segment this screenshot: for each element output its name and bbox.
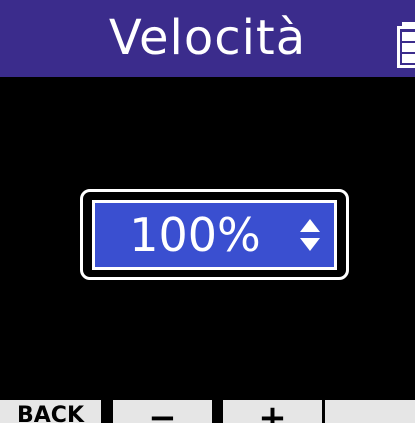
plus-icon: + (258, 400, 287, 423)
page-title: Velocità (108, 10, 307, 66)
minus-icon: − (148, 400, 177, 423)
decrease-button[interactable]: − (113, 400, 212, 423)
empty-softkey[interactable] (325, 400, 415, 423)
device-screen: Velocità 100% BACK − + (0, 0, 415, 423)
speed-value-field[interactable]: 100% (92, 200, 337, 270)
title-bar: Velocità (0, 0, 415, 77)
increase-button[interactable]: + (223, 400, 322, 423)
speed-value: 100% (129, 208, 261, 262)
up-down-arrows-icon (300, 219, 320, 251)
back-button[interactable]: BACK (0, 400, 101, 423)
battery-icon (397, 22, 415, 68)
